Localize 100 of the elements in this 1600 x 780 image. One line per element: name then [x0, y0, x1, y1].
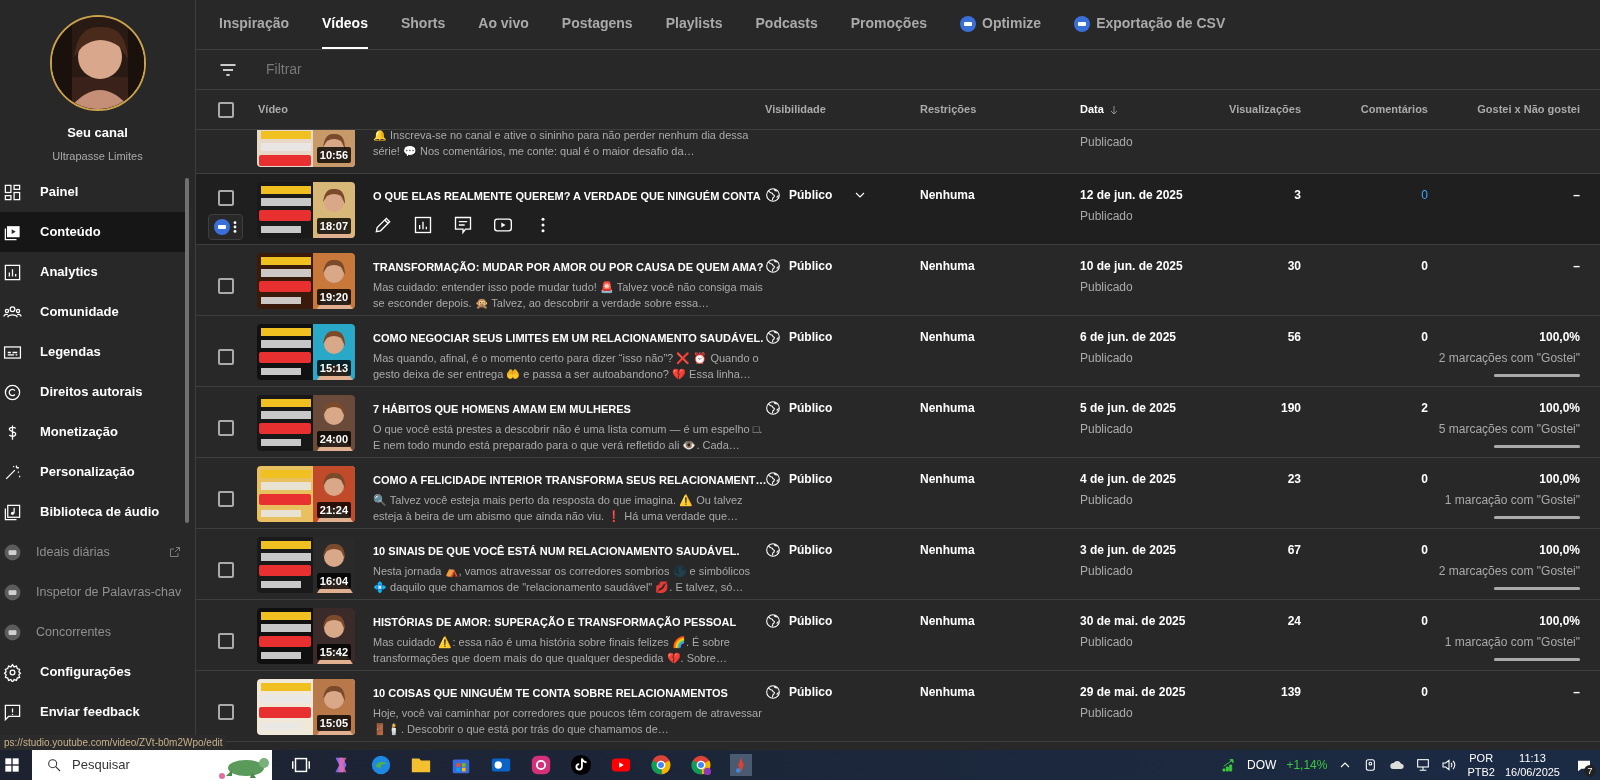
status-label: Publicado	[1080, 208, 1134, 225]
sidebar-item[interactable]: Inspetor de Palavras-chav	[0, 572, 189, 612]
windows-logo-icon[interactable]	[4, 757, 20, 773]
column-header[interactable]: Restrições	[920, 103, 977, 116]
video-title[interactable]: 10 COISAS QUE NINGUÉM TE CONTA SOBRE RELACIONAMENTOS	[373, 685, 765, 702]
date-label: 5 de jun. de 2025	[1080, 400, 1178, 417]
video-title[interactable]: 7 HÁBITOS QUE HOMENS AMAM EM MULHERES	[373, 401, 765, 418]
extension-icon	[3, 582, 22, 602]
speaker-icon[interactable]	[1441, 757, 1458, 773]
dashboard-icon	[3, 182, 22, 202]
video-description: O que você está prestes a descobrir não é uma lista comum — é um espelho □. E nem todo mundo está preparado para o que verá refletido ali 👁. Cada…	[373, 421, 764, 453]
browser-icon[interactable]	[690, 754, 712, 776]
visibility-label: Público	[789, 542, 833, 559]
column-header[interactable]: Visualizações	[1229, 103, 1301, 116]
likes-percent: –	[1573, 684, 1580, 701]
tab[interactable]: Podcasts	[755, 0, 818, 49]
music-note-app-icon[interactable]	[570, 754, 592, 776]
tab[interactable]: Postagens	[561, 0, 633, 49]
extension-icon	[1074, 15, 1091, 32]
video-description: Mas cuidado ⚠: essa não é uma história sobre finais felizes 🌈. É sobre transformações que doem mais do que qualquer despedida 💔. Sobre…	[373, 634, 731, 666]
likes-percent: 100,0%	[1539, 400, 1580, 417]
sidebar-item[interactable]: Concorrentes	[0, 612, 189, 652]
likes-percent: 100,0%	[1539, 329, 1580, 346]
comments-link[interactable]: 0	[1421, 188, 1428, 202]
date-label: 6 de jun. de 2025	[1080, 329, 1178, 346]
tab[interactable]: Exportação de CSV	[1074, 0, 1226, 49]
sidebar-item[interactable]: Comunidade	[0, 292, 189, 332]
video-title[interactable]: 10 SINAIS DE QUE VOCÊ ESTÁ NUM RELACIONAMENTO SAUDÁVEL.	[373, 543, 765, 560]
sidebar-item[interactable]: Ideais diárias	[0, 532, 189, 572]
comments-count: 0	[1421, 543, 1428, 557]
checkbox[interactable]	[217, 704, 234, 720]
date-label: 30 de mai. de 2025	[1080, 613, 1187, 630]
sidebar-item[interactable]: Direitos autorais	[0, 372, 189, 412]
clock-time: 11:13	[1519, 751, 1546, 765]
sidebar-item[interactable]: Legendas	[0, 332, 189, 372]
checkbox[interactable]	[217, 562, 234, 578]
channel-label: Seu canal	[66, 124, 129, 142]
checkbox[interactable]	[217, 491, 234, 507]
likes-count: 2 marcações com "Gostei"	[1438, 563, 1580, 580]
checkbox[interactable]	[217, 190, 234, 206]
comments-icon[interactable]	[453, 214, 473, 235]
sidebar-item[interactable]: Analytics	[0, 252, 189, 292]
filter-field[interactable]: Filtrar	[264, 58, 564, 81]
video-title[interactable]: COMO A FELICIDADE INTERIOR TRANSFORMA SEUS RELACIONAMENT…	[373, 472, 765, 489]
checkbox[interactable]	[217, 278, 234, 294]
extension-menu-button[interactable]	[208, 214, 243, 240]
copyright-icon	[3, 382, 22, 402]
column-header[interactable]: Vídeo	[255, 101, 288, 118]
sidebar-item[interactable]: Personalização	[0, 452, 189, 492]
globe-icon	[765, 329, 781, 345]
tab[interactable]: Optimize	[960, 0, 1042, 49]
date-label: 4 de jun. de 2025	[1080, 471, 1178, 488]
sidebar-item[interactable]: Enviar feedback	[0, 692, 189, 732]
globe-icon	[765, 471, 781, 487]
video-title[interactable]: HISTÓRIAS DE AMOR: SUPERAÇÃO E TRANSFORMAÇÃO PESSOAL	[373, 614, 765, 631]
likes-count: 5 marcações com "Gostei"	[1438, 421, 1580, 438]
sidebar-item[interactable]: Monetização	[0, 412, 189, 452]
clock-date: 16/06/2025	[1504, 765, 1560, 779]
likes-percent: 100,0%	[1539, 542, 1580, 559]
date-label: 10 de jun. de 2025	[1080, 258, 1184, 275]
sidebar-item[interactable]: Painel	[0, 172, 189, 212]
globe-icon	[765, 542, 781, 558]
visibility-label: Público	[789, 684, 833, 701]
camera-app-icon[interactable]	[530, 754, 552, 776]
tab[interactable]: Playlists	[665, 0, 723, 49]
checkbox[interactable]	[217, 349, 234, 365]
tab[interactable]: Vídeos	[322, 0, 368, 49]
date-label: 29 de mai. de 2025	[1080, 684, 1187, 701]
analytics-icon[interactable]	[413, 214, 433, 235]
ticker-change: +1,14%	[1286, 757, 1328, 774]
visibility-label: Público	[789, 329, 833, 346]
sidebar-item[interactable]: Biblioteca de áudio	[0, 492, 189, 532]
column-header[interactable]: Gostei x Não gostei	[1477, 101, 1580, 118]
column-header[interactable]: Visibilidade	[765, 103, 826, 116]
video-title[interactable]: COMO NEGOCIAR SEUS LIMITES EM UM RELACIONAMENTO SAUDÁVEL.	[373, 330, 765, 347]
scrollbar[interactable]	[185, 178, 189, 523]
tab[interactable]: Inspiração	[219, 0, 290, 49]
tab[interactable]: Promoções	[850, 0, 927, 49]
browser-icon[interactable]	[370, 754, 392, 776]
checkbox[interactable]	[217, 420, 234, 436]
video-title[interactable]: TRANSFORMAÇÃO: MUDAR POR AMOR OU POR CAUSA DE QUEM AMA?	[373, 259, 765, 276]
browser-icon[interactable]	[650, 754, 672, 776]
tab[interactable]: Ao vivo	[478, 0, 529, 49]
restrictions-label: Nenhuma	[920, 259, 975, 273]
search-icon	[46, 757, 62, 773]
column-header[interactable]: Comentários	[1360, 103, 1428, 116]
globe-icon	[765, 258, 781, 274]
sidebar-item[interactable]: Configurações	[0, 652, 189, 692]
likes-count: 2 marcações com "Gostei"	[1438, 350, 1580, 367]
settings-icon	[3, 662, 22, 682]
column-header[interactable]: Data	[1080, 103, 1104, 116]
checkbox[interactable]	[217, 633, 234, 649]
globe-icon	[765, 684, 781, 700]
bar-chart-icon	[3, 262, 22, 282]
tab[interactable]: Shorts	[400, 0, 446, 49]
search-field[interactable]: Pesquisar	[32, 750, 272, 780]
checkbox[interactable]	[217, 101, 234, 118]
video-title[interactable]: O QUE ELAS REALMENTE QUEREM? A VERDADE QUE NINGUÉM CONTA	[373, 188, 765, 205]
network-icon[interactable]	[1415, 757, 1432, 773]
status-label: Publicado	[1080, 279, 1134, 296]
